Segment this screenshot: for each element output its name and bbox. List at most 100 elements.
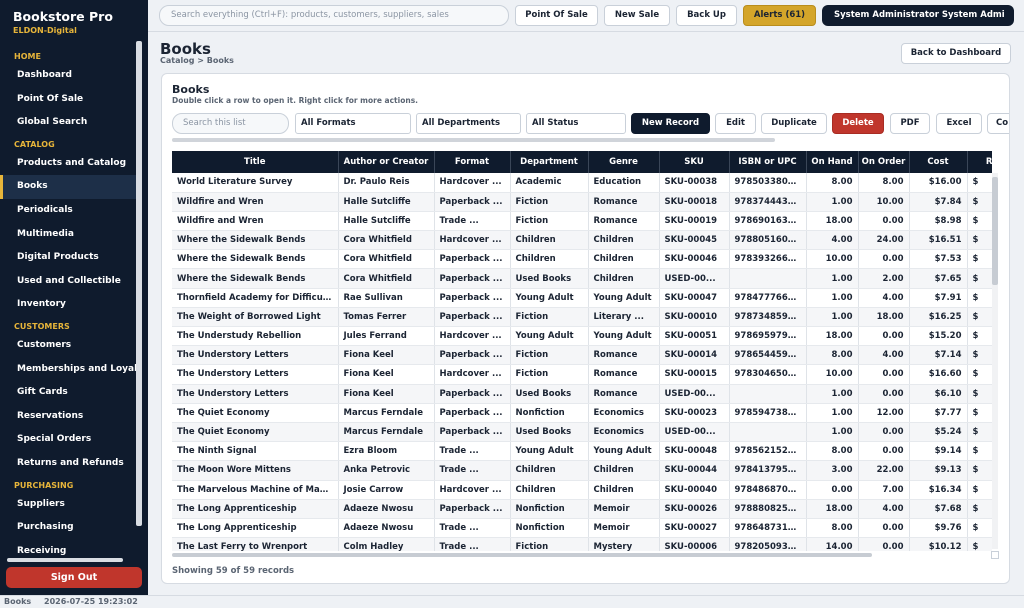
table-cell: Used Books bbox=[510, 268, 589, 289]
table-row[interactable]: Thornfield Academy for Difficult Girls Ra… bbox=[172, 288, 992, 308]
table-row[interactable]: The Weight of Borrowed Light Tomas Ferrer… bbox=[172, 307, 992, 328]
toolbar-scrollbar[interactable] bbox=[172, 138, 775, 142]
table-row[interactable]: The Last Ferry to Wrenport Colm Hadley Tra… bbox=[172, 537, 992, 551]
table-row[interactable]: The Quiet Economy Marcus Ferndale Paperbac… bbox=[172, 422, 992, 443]
table-row[interactable]: Wildfire and Wren Halle Sutcliffe Paperbac… bbox=[172, 192, 992, 212]
status-filter-select[interactable]: All Status bbox=[526, 113, 626, 134]
edit-button[interactable]: Edit bbox=[715, 113, 756, 134]
table-cell: Where the Sidewalk Bends bbox=[172, 249, 339, 270]
sidebar-item-dashboard[interactable]: Dashboard bbox=[0, 64, 136, 88]
sidebar-item-products-and-catalog[interactable]: Products and Catalog bbox=[0, 152, 136, 176]
new-record-button[interactable]: New Record bbox=[631, 113, 710, 134]
table-row[interactable]: The Long Apprenticeship Adaeze Nwosu Paper… bbox=[172, 499, 992, 519]
column-header-title[interactable]: Title bbox=[172, 151, 339, 173]
list-search-input[interactable]: Search this list bbox=[172, 113, 289, 134]
table-cell: $7.68 bbox=[909, 499, 968, 519]
table-row[interactable]: The Understory Letters Fiona Keel Paperbac… bbox=[172, 384, 992, 404]
table-cell: 0.00 bbox=[858, 211, 910, 232]
table-row[interactable]: Where the Sidewalk Bends Cora Whitfield Pa… bbox=[172, 249, 992, 270]
column-header-genre[interactable]: Genre bbox=[588, 151, 660, 173]
table-row[interactable]: The Ninth Signal Ezra Bloom Trade ... Young… bbox=[172, 441, 992, 462]
table-row[interactable]: Wildfire and Wren Halle Sutcliffe Trade ..… bbox=[172, 211, 992, 232]
table-cell: Romance bbox=[588, 364, 660, 385]
table-cell: 8.00 bbox=[806, 345, 859, 366]
sidebar-item-periodicals[interactable]: Periodicals bbox=[0, 199, 136, 223]
sidebar-item-special-orders[interactable]: Special Orders bbox=[0, 428, 136, 452]
table-cell: 9783046500... bbox=[729, 364, 807, 385]
table-cell: Adaeze Nwosu bbox=[338, 499, 435, 519]
sidebar-item-memberships-and-loyalty[interactable]: Memberships and Loyalty bbox=[0, 358, 136, 382]
sidebar-item-global-search[interactable]: Global Search bbox=[0, 111, 136, 135]
table-row[interactable]: The Long Apprenticeship Adaeze Nwosu Trade… bbox=[172, 518, 992, 539]
sidebar-horizontal-scrollbar[interactable] bbox=[7, 558, 123, 562]
table-row[interactable]: The Understudy Rebellion Jules Ferrand Har… bbox=[172, 326, 992, 347]
department-filter-select[interactable]: All Departments bbox=[416, 113, 521, 134]
sign-out-button[interactable]: Sign Out bbox=[6, 567, 142, 588]
delete-button[interactable]: Delete bbox=[832, 113, 884, 134]
pdf-export-button[interactable]: PDF bbox=[890, 113, 930, 134]
table-row[interactable]: Where the Sidewalk Bends Cora Whitfield Pa… bbox=[172, 268, 992, 289]
user-menu-button[interactable]: System Administrator System Admi bbox=[822, 5, 1014, 26]
duplicate-button[interactable]: Duplicate bbox=[761, 113, 827, 134]
table-row[interactable]: The Understory Letters Fiona Keel Hardcove… bbox=[172, 364, 992, 385]
global-search-input[interactable]: Search everything (Ctrl+F): products, cu… bbox=[159, 5, 509, 26]
table-cell: Paperback ... bbox=[434, 499, 511, 519]
sidebar-item-customers[interactable]: Customers bbox=[0, 334, 136, 358]
sidebar-item-purchasing[interactable]: Purchasing bbox=[0, 516, 136, 540]
sidebar-item-books[interactable]: Books bbox=[0, 175, 136, 199]
sidebar-item-point-of-sale[interactable]: Point Of Sale bbox=[0, 88, 136, 112]
point-of-sale-button[interactable]: Point Of Sale bbox=[515, 5, 598, 26]
table-cell: Wildfire and Wren bbox=[172, 192, 339, 212]
alerts-button[interactable]: Alerts (61) bbox=[743, 5, 816, 26]
sidebar-item-gift-cards[interactable]: Gift Cards bbox=[0, 381, 136, 405]
table-cell: Fiction bbox=[510, 537, 589, 551]
table-cell: 4.00 bbox=[858, 499, 910, 519]
table-row[interactable]: Where the Sidewalk Bends Cora Whitfield Ha… bbox=[172, 230, 992, 251]
table-cell: $ bbox=[967, 384, 992, 404]
table-cell: Paperback ... bbox=[434, 192, 511, 212]
back-up-button[interactable]: Back Up bbox=[676, 5, 737, 26]
back-to-dashboard-button[interactable]: Back to Dashboard bbox=[901, 43, 1011, 64]
sidebar-item-used-and-collectible[interactable]: Used and Collectible bbox=[0, 270, 136, 294]
column-header-department[interactable]: Department bbox=[510, 151, 589, 173]
table-cell: Marcus Ferndale bbox=[338, 403, 435, 423]
table-cell: $7.53 bbox=[909, 249, 968, 270]
sidebar-item-suppliers[interactable]: Suppliers bbox=[0, 493, 136, 517]
column-header-on-hand[interactable]: On Hand bbox=[806, 151, 859, 173]
table-cell: Marcus Ferndale bbox=[338, 422, 435, 443]
table-row[interactable]: World Literature Survey Dr. Paulo Reis Har… bbox=[172, 173, 992, 193]
table-cell: The Long Apprenticeship bbox=[172, 518, 339, 539]
sidebar-scrollbar[interactable] bbox=[136, 41, 142, 526]
column-header-re[interactable]: Re bbox=[967, 151, 992, 173]
table-cell: SKU-00044 bbox=[659, 460, 730, 481]
table-horizontal-scrollbar[interactable] bbox=[172, 553, 872, 557]
column-header-author-or-creator[interactable]: Author or Creator bbox=[338, 151, 435, 173]
sidebar-item-multimedia[interactable]: Multimedia bbox=[0, 223, 136, 247]
table-row[interactable]: The Marvelous Machine of Mabel QuillJosi… bbox=[172, 480, 992, 500]
table-row[interactable]: The Quiet Economy Marcus Ferndale Paperbac… bbox=[172, 403, 992, 423]
table-vertical-scrollbar[interactable] bbox=[992, 177, 998, 285]
excel-export-button[interactable]: Excel bbox=[936, 113, 982, 134]
sidebar-item-digital-products[interactable]: Digital Products bbox=[0, 246, 136, 270]
table-cell: 0.00 bbox=[858, 364, 910, 385]
column-header-on-order[interactable]: On Order bbox=[858, 151, 910, 173]
sidebar-item-returns-and-refunds[interactable]: Returns and Refunds bbox=[0, 452, 136, 476]
format-filter-select[interactable]: All Formats bbox=[295, 113, 411, 134]
column-header-isbn-or-upc[interactable]: ISBN or UPC bbox=[729, 151, 807, 173]
table-cell: Children bbox=[510, 480, 589, 500]
table-row[interactable]: The Understory Letters Fiona Keel Paperbac… bbox=[172, 345, 992, 366]
more-toolbar-button[interactable]: Co bbox=[987, 113, 1009, 134]
column-header-sku[interactable]: SKU bbox=[659, 151, 730, 173]
table-cell: USED-00... bbox=[659, 422, 730, 443]
table-cell: The Quiet Economy bbox=[172, 422, 339, 443]
new-sale-button[interactable]: New Sale bbox=[604, 5, 670, 26]
table-cell: 9786959790... bbox=[729, 326, 807, 347]
table-row[interactable]: The Moon Wore Mittens Anka Petrovic Trade … bbox=[172, 460, 992, 481]
table-cell: 8.00 bbox=[806, 173, 859, 193]
sidebar-item-reservations[interactable]: Reservations bbox=[0, 405, 136, 429]
table-cell: The Marvelous Machine of Mabel Quill bbox=[172, 480, 339, 500]
column-header-cost[interactable]: Cost bbox=[909, 151, 968, 173]
column-header-format[interactable]: Format bbox=[434, 151, 511, 173]
table-cell: 0.00 bbox=[858, 249, 910, 270]
sidebar-item-inventory[interactable]: Inventory bbox=[0, 293, 136, 317]
